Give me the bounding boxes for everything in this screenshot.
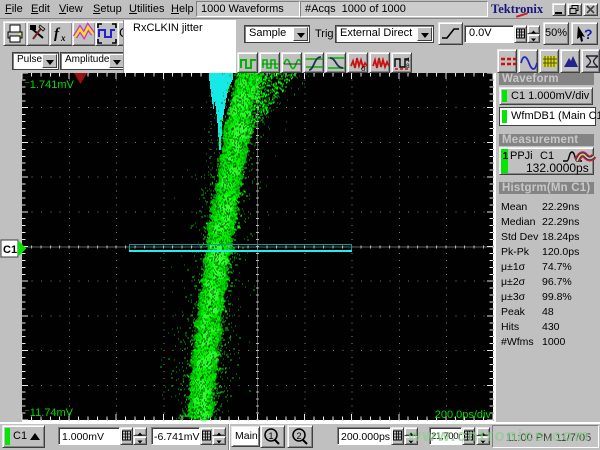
svg-text:200.0ps/div: 200.0ps/div — [435, 409, 492, 421]
svg-text:?: ? — [584, 26, 593, 42]
svg-text:⁻11.74mV: ⁻11.74mV — [24, 407, 74, 419]
svg-text:σ: σ — [361, 64, 366, 73]
svg-text:x: x — [60, 33, 66, 43]
svg-text:⁻1.741mV: ⁻1.741mV — [24, 79, 74, 91]
svg-text:8: 8 — [406, 63, 410, 70]
svg-text:1: 1 — [269, 431, 274, 441]
svg-text:2: 2 — [297, 431, 302, 441]
svg-text:f: f — [54, 26, 61, 42]
svg-text:C1: C1 — [3, 244, 17, 256]
